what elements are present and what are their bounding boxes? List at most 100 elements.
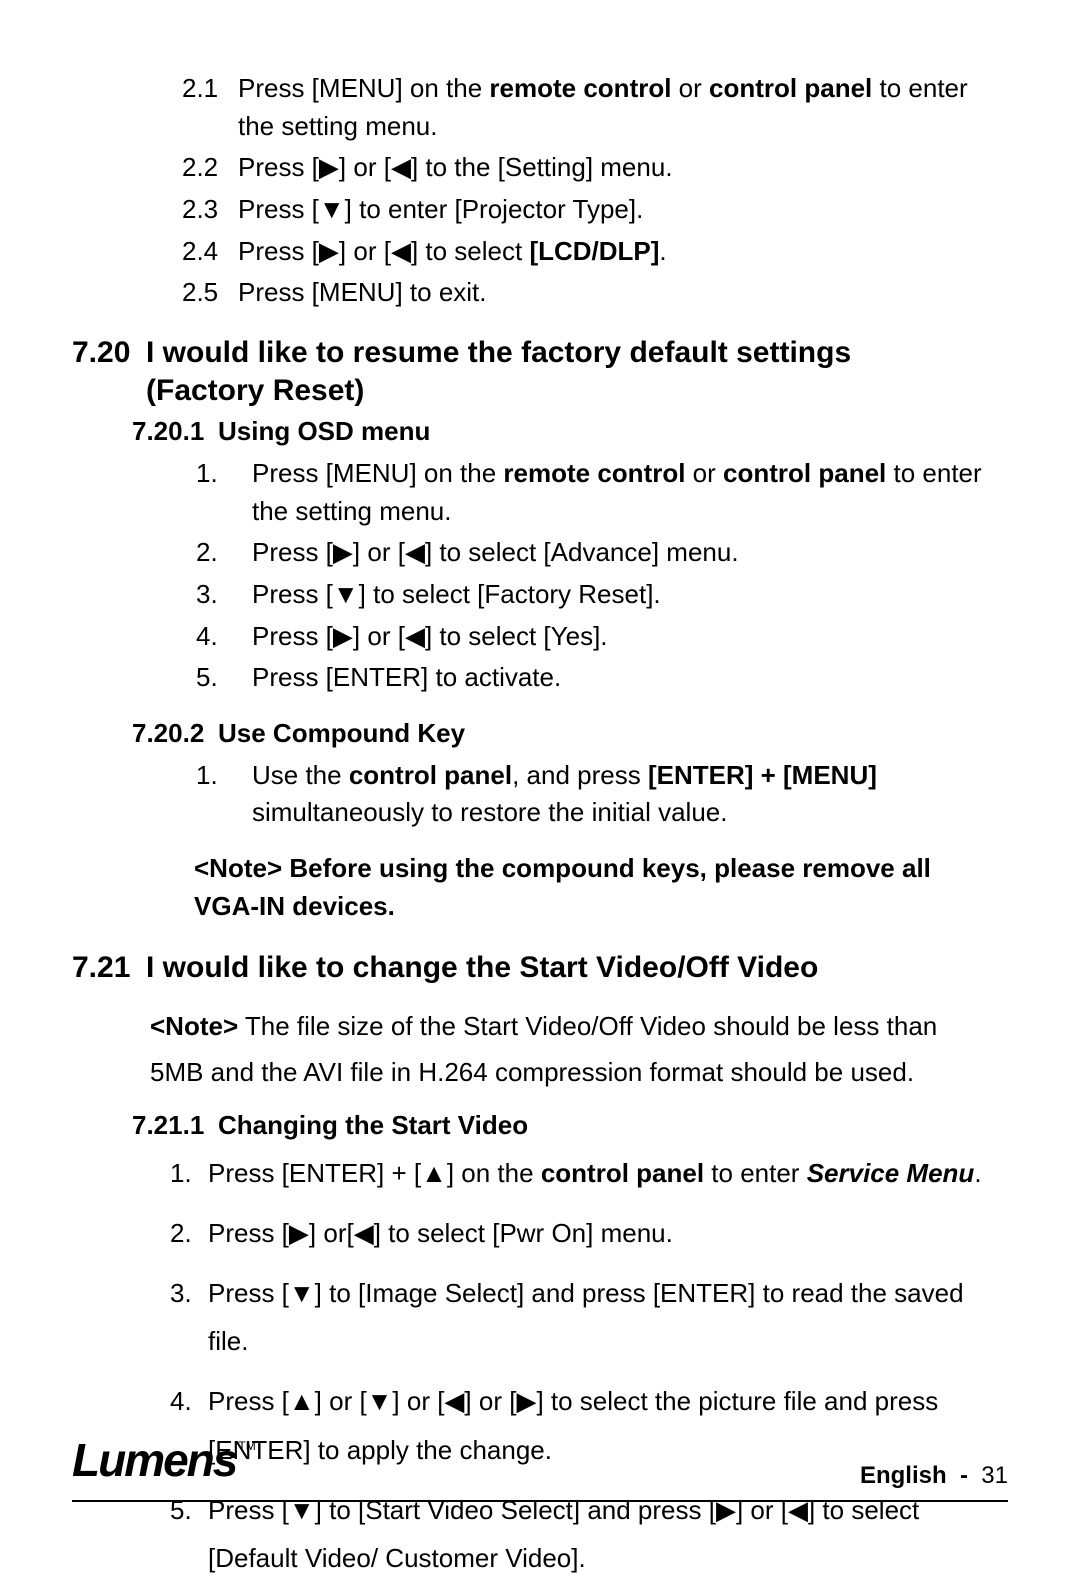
text-run: , and press xyxy=(512,760,648,790)
trademark-symbol: TM xyxy=(238,1439,255,1453)
text-run: ] to select [Factory Reset]. xyxy=(359,579,661,609)
subsection-title: Using OSD menu xyxy=(218,416,430,446)
note-7-21: <Note> The file size of the Start Video/… xyxy=(150,1003,980,1096)
section-title: I would like to change the Start Video/O… xyxy=(146,951,818,984)
text-run: ] or [ xyxy=(339,236,391,266)
list-item-number: 1. xyxy=(196,757,252,795)
up-arrow-icon: ▲ xyxy=(289,1386,315,1416)
list-item-number: 4. xyxy=(170,1377,208,1425)
text-run: [LCD/DLP] xyxy=(529,236,659,266)
footer-rule xyxy=(72,1500,1008,1502)
list-item-number: 1. xyxy=(170,1149,208,1197)
list-item-text: Press [MENU] to exit. xyxy=(238,274,1008,312)
subsection-7-21-1-heading: 7.21.1Changing the Start Video xyxy=(132,1107,1008,1145)
text-run: Press [ xyxy=(238,236,319,266)
down-arrow-icon: ▼ xyxy=(319,194,345,224)
text-run: ] or [ xyxy=(339,152,391,182)
list-item-number: 2.1 xyxy=(182,70,238,108)
left-arrow-icon: ◀ xyxy=(444,1386,464,1416)
list-item-text: Press [▼] to select [Factory Reset]. xyxy=(252,576,1008,614)
list-item-number: 2.4 xyxy=(182,233,238,271)
left-arrow-icon: ◀ xyxy=(405,621,425,651)
text-run: . xyxy=(659,236,666,266)
down-arrow-icon: ▼ xyxy=(333,579,359,609)
text-run: Press [ xyxy=(208,1278,289,1308)
subsection-number: 7.20.1 xyxy=(132,413,218,451)
down-arrow-icon: ▼ xyxy=(289,1278,315,1308)
list-item-text: Press [▶] or[◀] to select [Pwr On] menu. xyxy=(208,1209,1008,1257)
list-item-number: 3. xyxy=(196,576,252,614)
list-item-number: 2. xyxy=(196,534,252,572)
up-arrow-icon: ▲ xyxy=(421,1158,447,1188)
list-7-20-1: 1.Press [MENU] on the remote control or … xyxy=(196,455,1008,697)
text-run: ] to enter [Projector Type]. xyxy=(345,194,644,224)
right-arrow-icon: ▶ xyxy=(333,537,353,567)
text-run: ] or [ xyxy=(464,1386,516,1416)
list-2-x: 2.1Press [MENU] on the remote control or… xyxy=(182,70,1008,312)
subsection-7-20-1-heading: 7.20.1Using OSD menu xyxy=(132,413,1008,451)
text-run: ] to the [Setting] menu. xyxy=(411,152,673,182)
text-run: remote control xyxy=(503,458,685,488)
list-item: 1.Press [ENTER] + [▲] on the control pan… xyxy=(170,1149,1008,1197)
list-item-text: Press [▶] or [◀] to select [LCD/DLP]. xyxy=(238,233,1008,271)
list-item-text: Press [▼] to [Image Select] and press [E… xyxy=(208,1269,1008,1365)
subsection-7-20-2-heading: 7.20.2Use Compound Key xyxy=(132,715,1008,753)
text-run: control panel xyxy=(723,458,886,488)
text-run: . xyxy=(974,1158,981,1188)
text-run: Press [ xyxy=(252,537,333,567)
subsection-number: 7.21.1 xyxy=(132,1107,218,1145)
text-run: <Note> xyxy=(150,1011,238,1041)
text-run: The file size of the Start Video/Off Vid… xyxy=(150,1011,937,1087)
section-title-line2: (Factory Reset) xyxy=(146,372,1008,410)
section-7-21-heading: 7.21I would like to change the Start Vid… xyxy=(72,949,1008,987)
text-run: ] or [ xyxy=(353,621,405,651)
brand-text: Lumens xyxy=(72,1434,236,1486)
list-item-text: Press [ENTER] + [▲] on the control panel… xyxy=(208,1149,1008,1197)
separator-dash: - xyxy=(953,1462,981,1489)
subsection-title: Use Compound Key xyxy=(218,718,465,748)
left-arrow-icon: ◀ xyxy=(391,152,411,182)
list-item: 1.Use the control panel, and press [ENTE… xyxy=(196,757,1008,832)
text-run: ] to select xyxy=(411,236,530,266)
list-item: 3.Press [▼] to [Image Select] and press … xyxy=(170,1269,1008,1365)
text-run: Press [ xyxy=(208,1386,289,1416)
text-run: remote control xyxy=(489,73,671,103)
text-run: control panel xyxy=(541,1158,704,1188)
list-item-number: 4. xyxy=(196,618,252,656)
section-number: 7.20 xyxy=(72,334,146,372)
section-number: 7.21 xyxy=(72,949,146,987)
subsection-number: 7.20.2 xyxy=(132,715,218,753)
text-run: ] to select [Yes]. xyxy=(425,621,608,651)
right-arrow-icon: ▶ xyxy=(289,1218,309,1248)
text-run: Press [ xyxy=(208,1218,289,1248)
list-item-text: Press [ENTER] to activate. xyxy=(252,659,1008,697)
subsection-title: Changing the Start Video xyxy=(218,1110,528,1140)
list-item-number: 3. xyxy=(170,1269,208,1317)
text-run: to enter xyxy=(704,1158,807,1188)
footer-row: LumensTM English - 31 xyxy=(72,1427,1008,1494)
section-title-line1: I would like to resume the factory defau… xyxy=(146,336,851,369)
page-footer: LumensTM English - 31 xyxy=(72,1427,1008,1502)
right-arrow-icon: ▶ xyxy=(516,1386,536,1416)
note-7-20-2: <Note> Before using the compound keys, p… xyxy=(194,850,974,925)
list-item: 1.Press [MENU] on the remote control or … xyxy=(196,455,1008,530)
text-run: ] or [ xyxy=(315,1386,367,1416)
text-run: ] to select [Pwr On] menu. xyxy=(374,1218,673,1248)
left-arrow-icon: ◀ xyxy=(354,1218,374,1248)
list-item: 3.Press [▼] to select [Factory Reset]. xyxy=(196,576,1008,614)
list-item-text: Press [MENU] on the remote control or co… xyxy=(252,455,1008,530)
list-item: 2.5Press [MENU] to exit. xyxy=(182,274,1008,312)
list-item-number: 2.3 xyxy=(182,191,238,229)
right-arrow-icon: ▶ xyxy=(319,152,339,182)
text-run: ] or [ xyxy=(353,537,405,567)
down-arrow-icon: ▼ xyxy=(367,1386,393,1416)
text-run: ] to select [Advance] menu. xyxy=(425,537,739,567)
list-item: 2.1Press [MENU] on the remote control or… xyxy=(182,70,1008,145)
list-item-number: 2.2 xyxy=(182,149,238,187)
list-item-text: Use the control panel, and press [ENTER]… xyxy=(252,757,1008,832)
list-item-text: Press [▶] or [◀] to select [Advance] men… xyxy=(252,534,1008,572)
text-run: Press [ENTER] + [ xyxy=(208,1158,421,1188)
text-run: ] on the xyxy=(447,1158,541,1188)
text-run: simultaneously to restore the initial va… xyxy=(252,797,727,827)
text-run: Press [ xyxy=(252,621,333,651)
